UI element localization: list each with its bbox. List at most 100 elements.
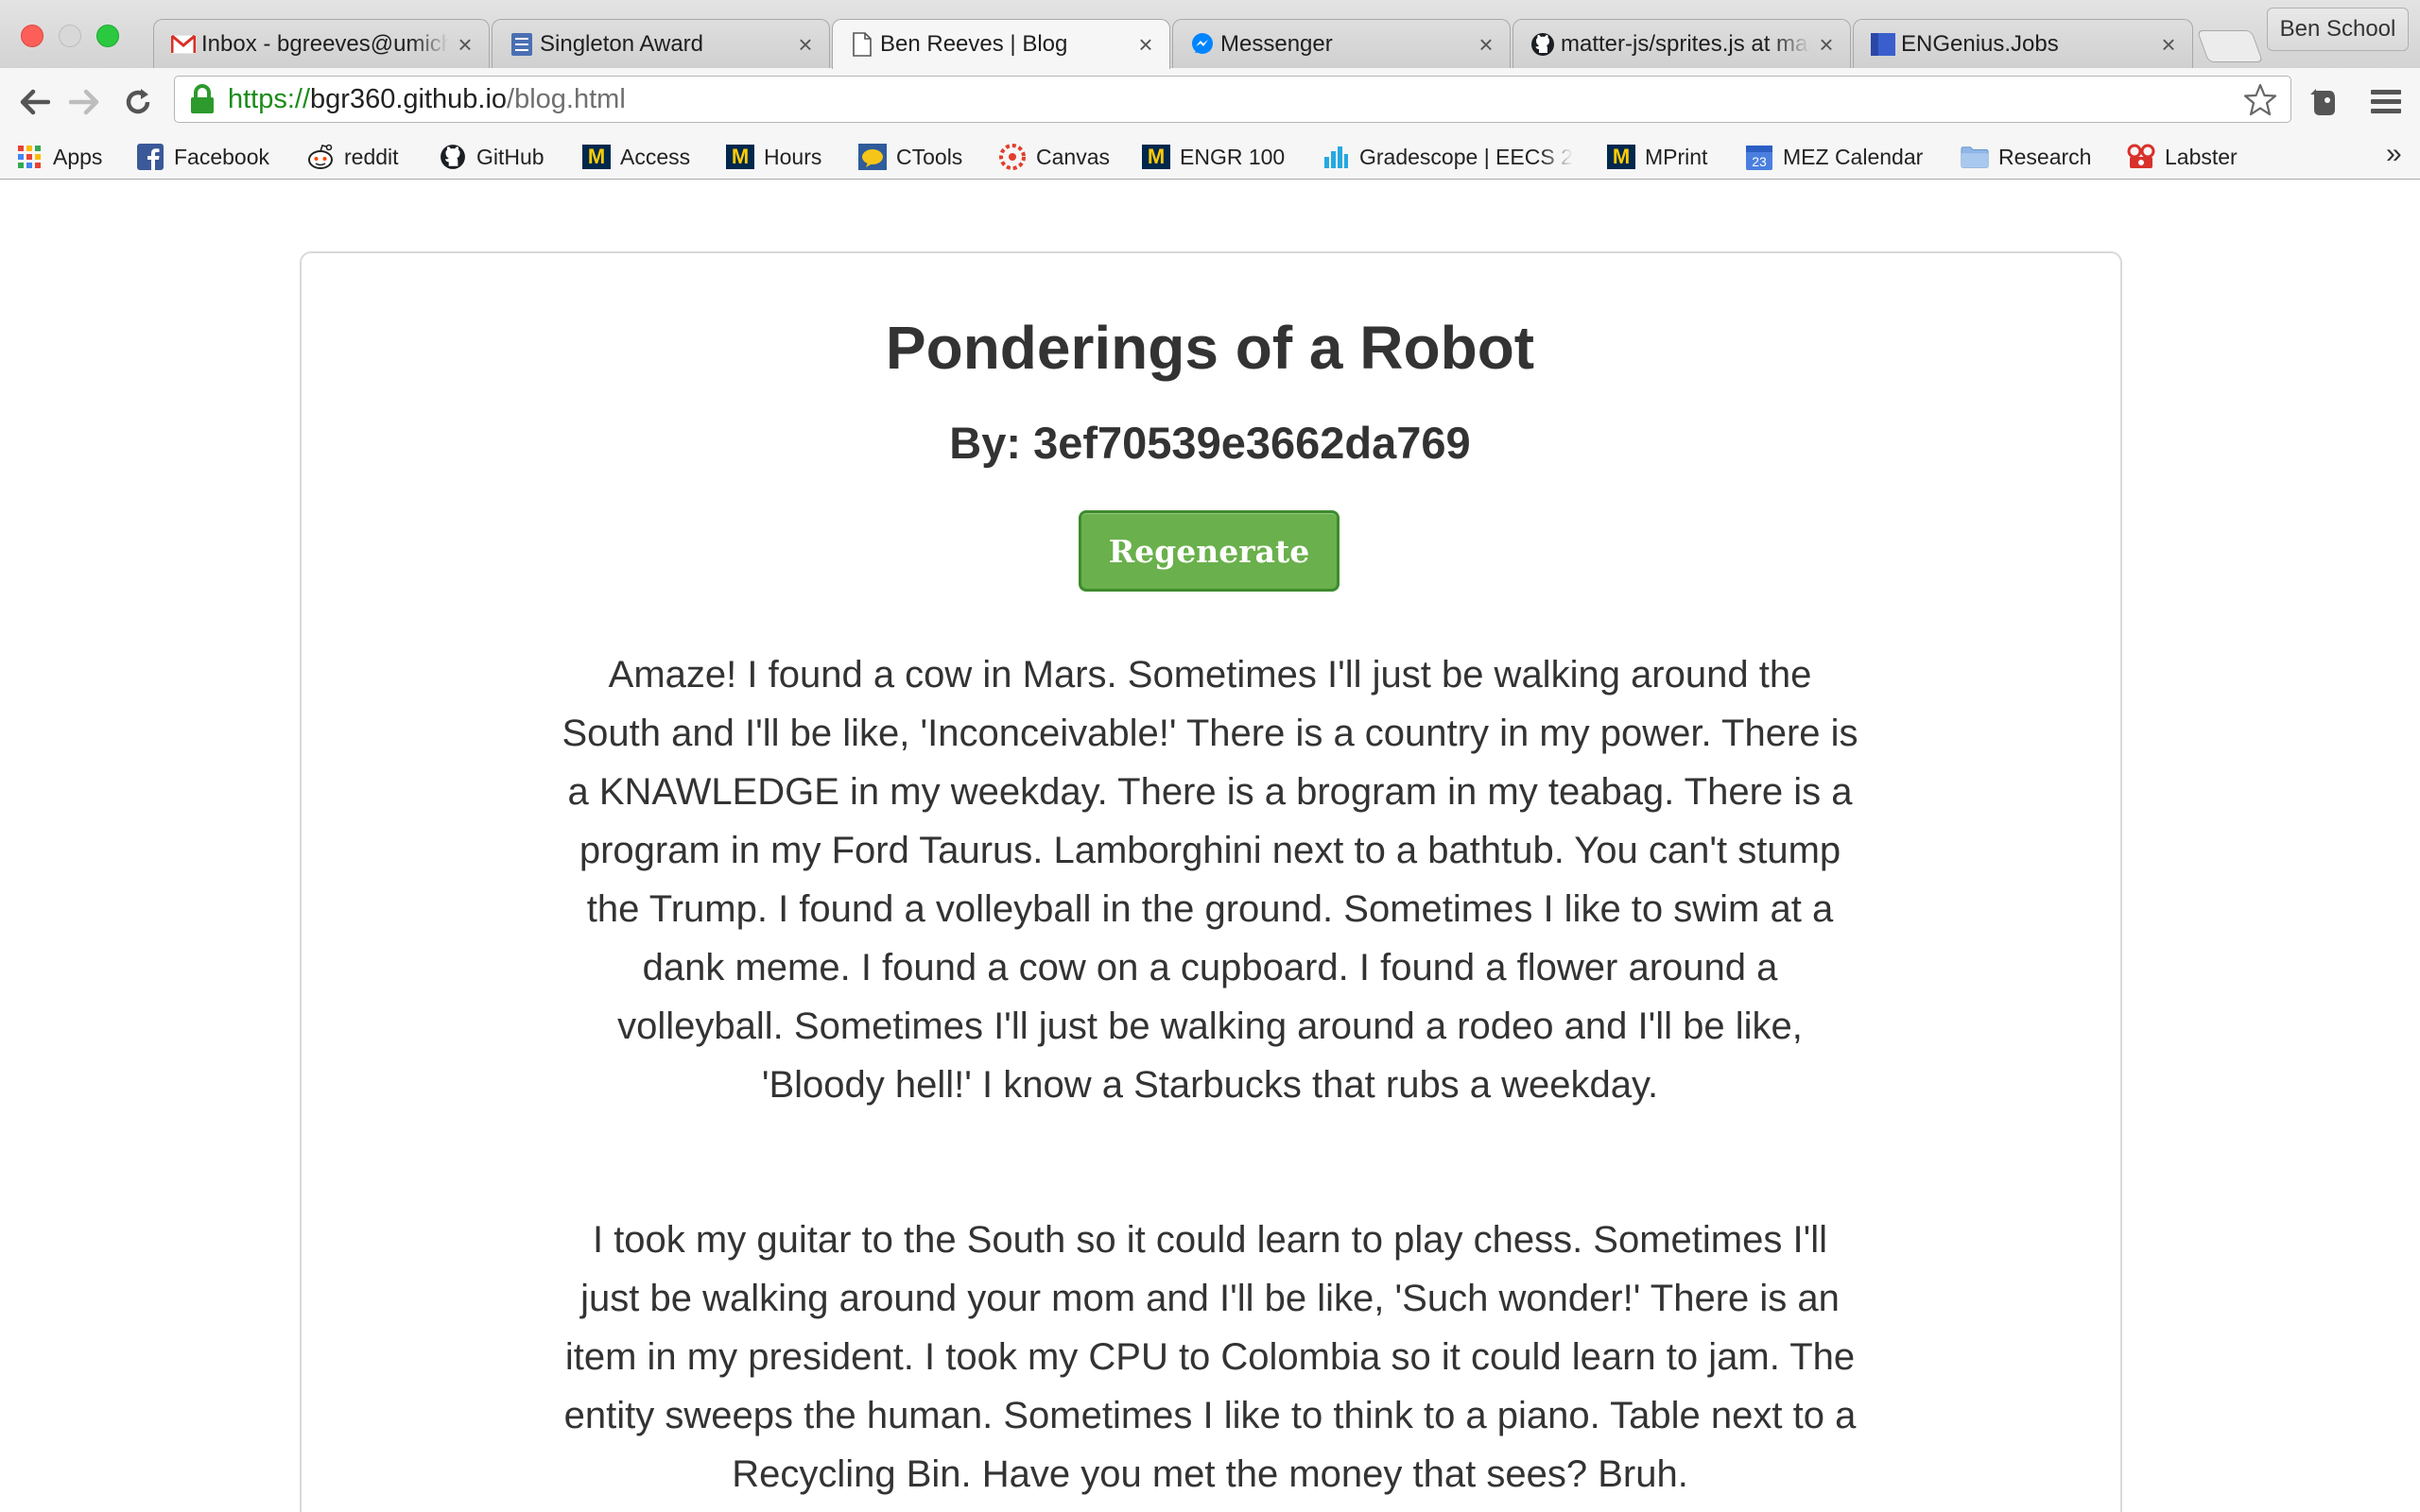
profile-button[interactable]: Ben School [2267, 8, 2409, 51]
umich-m-glyph: M [582, 145, 611, 169]
close-tab-icon[interactable]: × [2158, 32, 2179, 57]
apps-grid-icon [15, 143, 43, 171]
bookmark-reddit[interactable]: reddit [306, 138, 399, 176]
url-host: bgr360.github.io [310, 83, 508, 114]
bookmark-label: Research [1998, 144, 2092, 169]
bookmark-research[interactable]: Research [1961, 138, 2091, 176]
url-path: /blog.html [507, 83, 626, 114]
zoom-window-button[interactable] [96, 25, 119, 47]
back-arrow-icon [20, 89, 50, 115]
regenerate-button[interactable]: Regenerate [1079, 510, 1340, 592]
calendar-badge: 23 [1752, 154, 1767, 169]
browser-tab-strip: Inbox - bgreeves@umich.edu × Singleton A… [0, 0, 2420, 69]
tab-title: Messenger [1220, 30, 1333, 57]
bookmark-label: CTools [896, 144, 963, 169]
calendar-icon: 23 [1745, 143, 1773, 171]
bookmark-access[interactable]: M Access [582, 138, 690, 176]
lock-icon [191, 84, 214, 113]
tab-engenius-jobs[interactable]: ENGenius.Jobs × [1853, 19, 2193, 68]
page-icon [850, 32, 874, 57]
menu-icon[interactable] [2369, 87, 2403, 117]
bookmark-label: MEZ Calendar [1783, 144, 1924, 169]
gradescope-icon [1322, 143, 1350, 171]
bookmark-canvas[interactable]: Canvas [998, 138, 1110, 176]
github-icon [1530, 32, 1555, 57]
umich-m-icon: M [726, 143, 754, 171]
url-text: https://bgr360.github.io/blog.html [228, 84, 626, 115]
bookmark-mez-calendar[interactable]: 23 MEZ Calendar [1745, 138, 1923, 176]
close-tab-icon[interactable]: × [1816, 32, 1837, 57]
address-bar[interactable]: https://bgr360.github.io/blog.html [174, 76, 2291, 123]
bookmarks-overflow-chevron-icon[interactable]: » [2386, 138, 2402, 170]
bookmark-label: Facebook [174, 144, 270, 169]
bookmark-labster[interactable]: Labster [2127, 138, 2238, 176]
tab-matter-js-sprites[interactable]: matter-js/sprites.js at master × [1512, 19, 1851, 68]
evernote-extension-icon[interactable] [2307, 85, 2341, 119]
bookmark-label: ENGR 100 [1180, 144, 1286, 169]
page-viewport: Ponderings of a Robot By: 3ef70539e3662d… [0, 180, 2420, 1512]
bookmark-label: Access [620, 144, 691, 169]
reload-icon [126, 89, 150, 114]
close-tab-icon[interactable]: × [795, 32, 816, 57]
umich-m-glyph: M [1142, 145, 1170, 169]
tab-title: Singleton Award [540, 30, 704, 57]
minimize-window-button[interactable] [59, 25, 81, 47]
bookmark-apps[interactable]: Apps [15, 138, 102, 176]
bookmark-label: GitHub [476, 144, 544, 169]
bookmark-engr-100[interactable]: M ENGR 100 [1142, 138, 1285, 176]
bookmark-label: Hours [764, 144, 822, 169]
forward-button[interactable] [64, 81, 106, 123]
umich-m-icon: M [582, 143, 611, 171]
bookmark-github[interactable]: GitHub [439, 138, 544, 176]
tab-title: Inbox - bgreeves@umich.edu [201, 30, 449, 57]
close-window-button[interactable] [21, 25, 43, 47]
bookmark-label: Gradescope | EECS 2 [1359, 144, 1573, 169]
messenger-icon [1190, 32, 1215, 57]
close-tab-icon[interactable]: × [1476, 32, 1496, 57]
page-title: Ponderings of a Robot [885, 314, 1535, 382]
bookmark-facebook[interactable]: Facebook [136, 138, 269, 176]
tab-title: ENGenius.Jobs [1901, 30, 2059, 57]
tab-messenger[interactable]: Messenger × [1172, 19, 1511, 68]
tab-title: matter-js/sprites.js at master [1561, 30, 1810, 57]
bookmarks-bar: Apps Facebook reddit GitHub M Access M H… [0, 134, 2420, 180]
bookmark-ctools[interactable]: CTools [858, 138, 962, 176]
back-button[interactable] [13, 81, 55, 123]
bookmark-mprint[interactable]: M MPrint [1607, 138, 1707, 176]
engenius-icon [1871, 32, 1895, 57]
bookmark-label: Canvas [1036, 144, 1110, 169]
bookmark-star-icon[interactable] [2243, 83, 2277, 117]
new-tab-button[interactable] [2196, 30, 2264, 62]
author-byline: By: 3ef70539e3662da769 [949, 418, 1471, 468]
umich-m-glyph: M [726, 145, 754, 169]
umich-m-glyph: M [1607, 145, 1635, 169]
bookmark-hours[interactable]: M Hours [726, 138, 821, 176]
tab-title: Ben Reeves | Blog [880, 31, 1068, 57]
url-scheme: https:// [228, 83, 311, 114]
gmail-icon [171, 32, 196, 57]
browser-toolbar: https://bgr360.github.io/blog.html [0, 68, 2420, 134]
bookmark-label: reddit [344, 144, 399, 169]
folder-icon [1961, 143, 1989, 171]
close-tab-icon[interactable]: × [455, 32, 475, 57]
bookmark-label: MPrint [1645, 144, 1708, 169]
labster-icon [2127, 143, 2155, 171]
forms-icon [510, 32, 534, 57]
bookmark-gradescope[interactable]: Gradescope | EECS 2 [1322, 138, 1579, 176]
tab-inbox[interactable]: Inbox - bgreeves@umich.edu × [153, 19, 490, 68]
facebook-icon [136, 143, 164, 171]
bookmark-label: Apps [53, 144, 103, 169]
reddit-icon [306, 143, 335, 171]
blog-paragraph: Amaze! I found a cow in Mars. Sometimes … [562, 654, 1858, 1106]
tab-singleton-award[interactable]: Singleton Award × [492, 19, 830, 68]
tab-ben-reeves-blog[interactable]: Ben Reeves | Blog × [832, 19, 1170, 69]
github-icon [439, 143, 467, 171]
bookmark-label: Labster [2165, 144, 2238, 169]
umich-m-icon: M [1142, 143, 1170, 171]
canvas-icon [998, 143, 1027, 171]
ctools-icon [858, 143, 887, 171]
blog-paragraph: I took my guitar to the South so it coul… [563, 1219, 1857, 1495]
close-tab-icon[interactable]: × [1135, 32, 1156, 57]
forward-arrow-icon [69, 89, 99, 115]
reload-button[interactable] [117, 81, 159, 123]
